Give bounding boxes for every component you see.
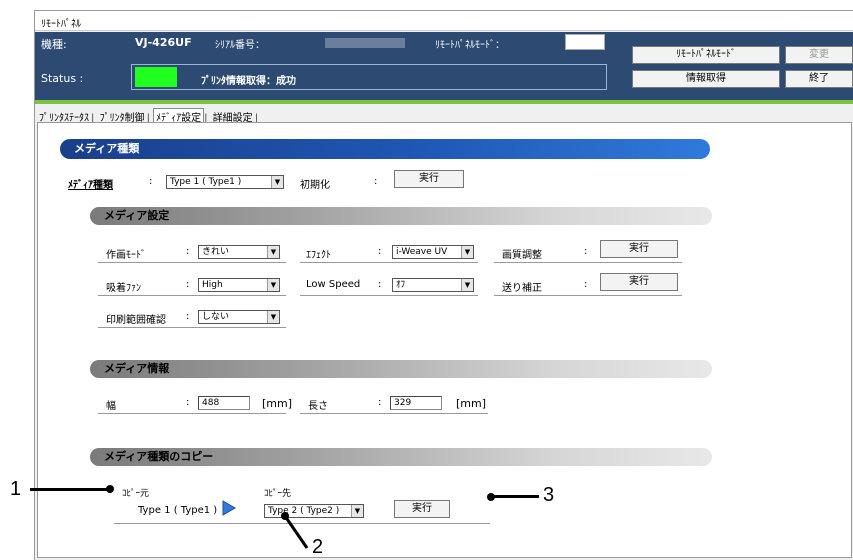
remote-mode-box (565, 34, 605, 50)
width-input[interactable]: 488 (198, 396, 250, 410)
media-copy-section-header: メディア種類のコピー (90, 448, 712, 466)
quality-label: 画質調整 (502, 250, 542, 261)
init-execute-button[interactable]: 実行 (394, 170, 464, 188)
media-settings-section-header: メディア設定 (90, 207, 712, 225)
media-type-section-header: メディア種類 (60, 139, 710, 159)
header-panel: 機種: VJ-426UF ｼﾘｱﾙ番号： ﾘﾓｰﾄﾊﾟﾈﾙﾓｰﾄﾞ： Statu… (35, 32, 853, 100)
effect-value: i-Weave UV (396, 247, 448, 257)
fan-colon: : (186, 279, 190, 290)
divider (98, 413, 286, 414)
draw-mode-label: 作画ﾓｰﾄﾞ (106, 250, 146, 261)
length-colon: : (378, 397, 382, 408)
chevron-down-icon: ▼ (461, 246, 473, 258)
media-settings-panel: メディア種類 ﾒﾃﾞｨｱ種類 : Type 1 ( Type1 ) ▼ 初期化 … (37, 122, 852, 558)
chevron-down-icon: ▼ (271, 176, 283, 188)
remote-panel-window: ﾘﾓｰﾄﾊﾟﾈﾙ 機種: VJ-426UF ｼﾘｱﾙ番号： ﾘﾓｰﾄﾊﾟﾈﾙﾓｰ… (34, 10, 853, 560)
serial-label: ｼﾘｱﾙ番号： (215, 40, 265, 51)
chevron-down-icon: ▼ (267, 246, 279, 258)
low-speed-colon: : (378, 279, 382, 290)
media-type-colon: : (149, 176, 153, 187)
length-input[interactable]: 329 (390, 396, 442, 410)
callout-line-1 (30, 488, 110, 491)
divider (98, 295, 286, 296)
init-colon: : (374, 176, 378, 187)
callout-line-2 (281, 512, 309, 549)
length-unit: [mm] (456, 397, 487, 410)
effect-label: ｴﾌｪｸﾄ (306, 250, 331, 261)
feed-label: 送り補正 (502, 283, 542, 294)
model-label: 機種: (41, 38, 67, 51)
copy-dest-label: ｺﾋﾟｰ先 (264, 489, 292, 499)
length-label: 長さ (308, 401, 328, 412)
draw-mode-value: きれい (202, 247, 230, 257)
chevron-down-icon: ▼ (351, 505, 363, 517)
callout-line-3 (491, 495, 539, 498)
media-type-label: ﾒﾃﾞｨｱ種類 (68, 180, 113, 191)
print-range-colon: : (186, 311, 190, 322)
fan-select[interactable]: High ▼ (198, 278, 280, 292)
divider (98, 327, 286, 328)
divider (494, 262, 682, 263)
effect-colon: : (378, 246, 382, 257)
remote-mode-label: ﾘﾓｰﾄﾊﾟﾈﾙﾓｰﾄﾞ： (435, 40, 505, 51)
draw-mode-colon: : (186, 246, 190, 257)
init-label: 初期化 (300, 180, 330, 191)
model-value: VJ-426UF (135, 36, 192, 49)
width-colon: : (186, 397, 190, 408)
divider (494, 295, 682, 296)
title-bar: ﾘﾓｰﾄﾊﾟﾈﾙ (35, 11, 853, 31)
copy-source-label: ｺﾋﾟｰ元 (122, 489, 150, 499)
divider (98, 262, 286, 263)
callout-dot-1 (106, 485, 114, 493)
effect-select[interactable]: i-Weave UV ▼ (392, 245, 474, 259)
feed-colon: : (584, 279, 588, 290)
chevron-down-icon: ▼ (267, 311, 279, 323)
width-label: 幅 (106, 401, 116, 412)
status-indicator (135, 67, 177, 87)
print-range-select[interactable]: しない ▼ (198, 310, 280, 324)
low-speed-value: ｵﾌ (396, 280, 406, 290)
print-range-value: しない (202, 312, 230, 322)
remote-mode-button[interactable]: ﾘﾓｰﾄﾊﾟﾈﾙﾓｰﾄﾞ (632, 46, 780, 64)
quality-colon: : (584, 246, 588, 257)
quality-execute-button[interactable]: 実行 (600, 240, 678, 258)
low-speed-label: Low Speed (306, 279, 361, 290)
feed-execute-button[interactable]: 実行 (600, 273, 678, 291)
chevron-down-icon: ▼ (461, 279, 473, 291)
play-arrow-icon (222, 500, 236, 516)
change-button[interactable]: 変更 (785, 46, 853, 64)
copy-execute-button[interactable]: 実行 (394, 500, 450, 518)
fan-value: High (202, 280, 223, 290)
status-label: Status : (41, 72, 84, 85)
fan-label: 吸着ﾌｧﾝ (106, 283, 141, 294)
callout-number-2: 2 (312, 536, 324, 558)
divider (300, 413, 488, 414)
divider (300, 295, 478, 296)
copy-source-value: Type 1 ( Type1 ) (138, 505, 218, 516)
chevron-down-icon: ▼ (267, 279, 279, 291)
print-range-label: 印刷範囲確認 (106, 315, 166, 326)
media-type-select[interactable]: Type 1 ( Type1 ) ▼ (166, 175, 284, 189)
callout-number-1: 1 (10, 478, 22, 500)
divider (300, 262, 478, 263)
draw-mode-select[interactable]: きれい ▼ (198, 245, 280, 259)
low-speed-select[interactable]: ｵﾌ ▼ (392, 278, 474, 292)
media-type-value: Type 1 ( Type1 ) (170, 177, 242, 187)
exit-button[interactable]: 終了 (785, 70, 853, 88)
accent-bar (35, 100, 853, 104)
serial-value-redacted (325, 38, 405, 48)
width-unit: [mm] (262, 397, 293, 410)
media-info-section-header: メディア情報 (90, 360, 712, 378)
get-info-button[interactable]: 情報取得 (632, 70, 780, 88)
status-text: ﾌﾟﾘﾝﾀ情報取得：成功 (201, 76, 296, 87)
callout-number-3: 3 (543, 484, 555, 506)
window-title: ﾘﾓｰﾄﾊﾟﾈﾙ (41, 19, 81, 30)
